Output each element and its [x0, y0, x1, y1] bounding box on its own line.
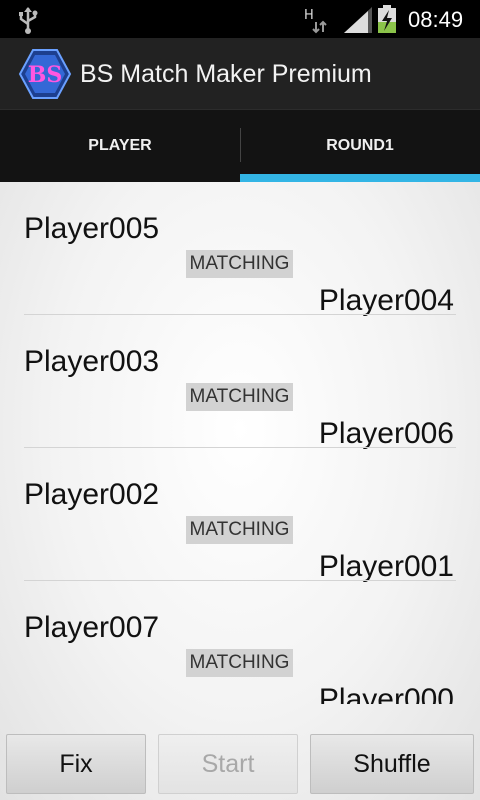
matching-badge: MATCHING [186, 250, 293, 278]
player-one: Player002 [24, 478, 160, 511]
matching-badge: MATCHING [186, 383, 293, 411]
match-item[interactable]: Player002 MATCHING Player001 [0, 448, 480, 583]
network-h-icon: H [304, 8, 327, 34]
svg-text:BS: BS [28, 62, 62, 88]
shuffle-button[interactable]: Shuffle [310, 734, 474, 794]
tab-player[interactable]: PLAYER [0, 110, 240, 182]
match-item[interactable]: Player005 MATCHING Player004 [0, 182, 480, 317]
battery-charging-icon [378, 5, 396, 33]
round-content: Player005 MATCHING Player004 Player003 M… [0, 182, 480, 800]
signal-icon [344, 7, 372, 33]
status-time: 08:49 [408, 7, 464, 32]
app-title: BS Match Maker Premium [80, 60, 372, 88]
player-two: Player006 [318, 417, 454, 450]
usb-icon [19, 7, 38, 34]
match-item[interactable]: Player003 MATCHING Player006 [0, 315, 480, 450]
app-logo-icon[interactable]: BS [18, 48, 72, 100]
svg-text:H: H [304, 8, 314, 23]
tab-selected-indicator [240, 174, 480, 182]
tab-round1[interactable]: ROUND1 [240, 110, 480, 182]
fix-button[interactable]: Fix [6, 734, 146, 794]
match-list[interactable]: Player005 MATCHING Player004 Player003 M… [0, 182, 480, 704]
tab-bar: PLAYER ROUND1 [0, 110, 480, 182]
player-one: Player003 [24, 345, 160, 378]
player-one: Player007 [24, 611, 160, 644]
player-two: Player001 [318, 550, 454, 583]
start-button[interactable]: Start [158, 734, 298, 794]
match-item[interactable]: Player007 MATCHING Player000 [0, 581, 480, 704]
matching-badge: MATCHING [186, 516, 293, 544]
status-bar: H 08:49 [0, 0, 480, 38]
action-bar: BS BS Match Maker Premium [0, 38, 480, 110]
player-two: Player004 [318, 284, 454, 317]
player-one: Player005 [24, 212, 160, 245]
matching-badge: MATCHING [186, 649, 293, 677]
player-two: Player000 [318, 683, 454, 704]
